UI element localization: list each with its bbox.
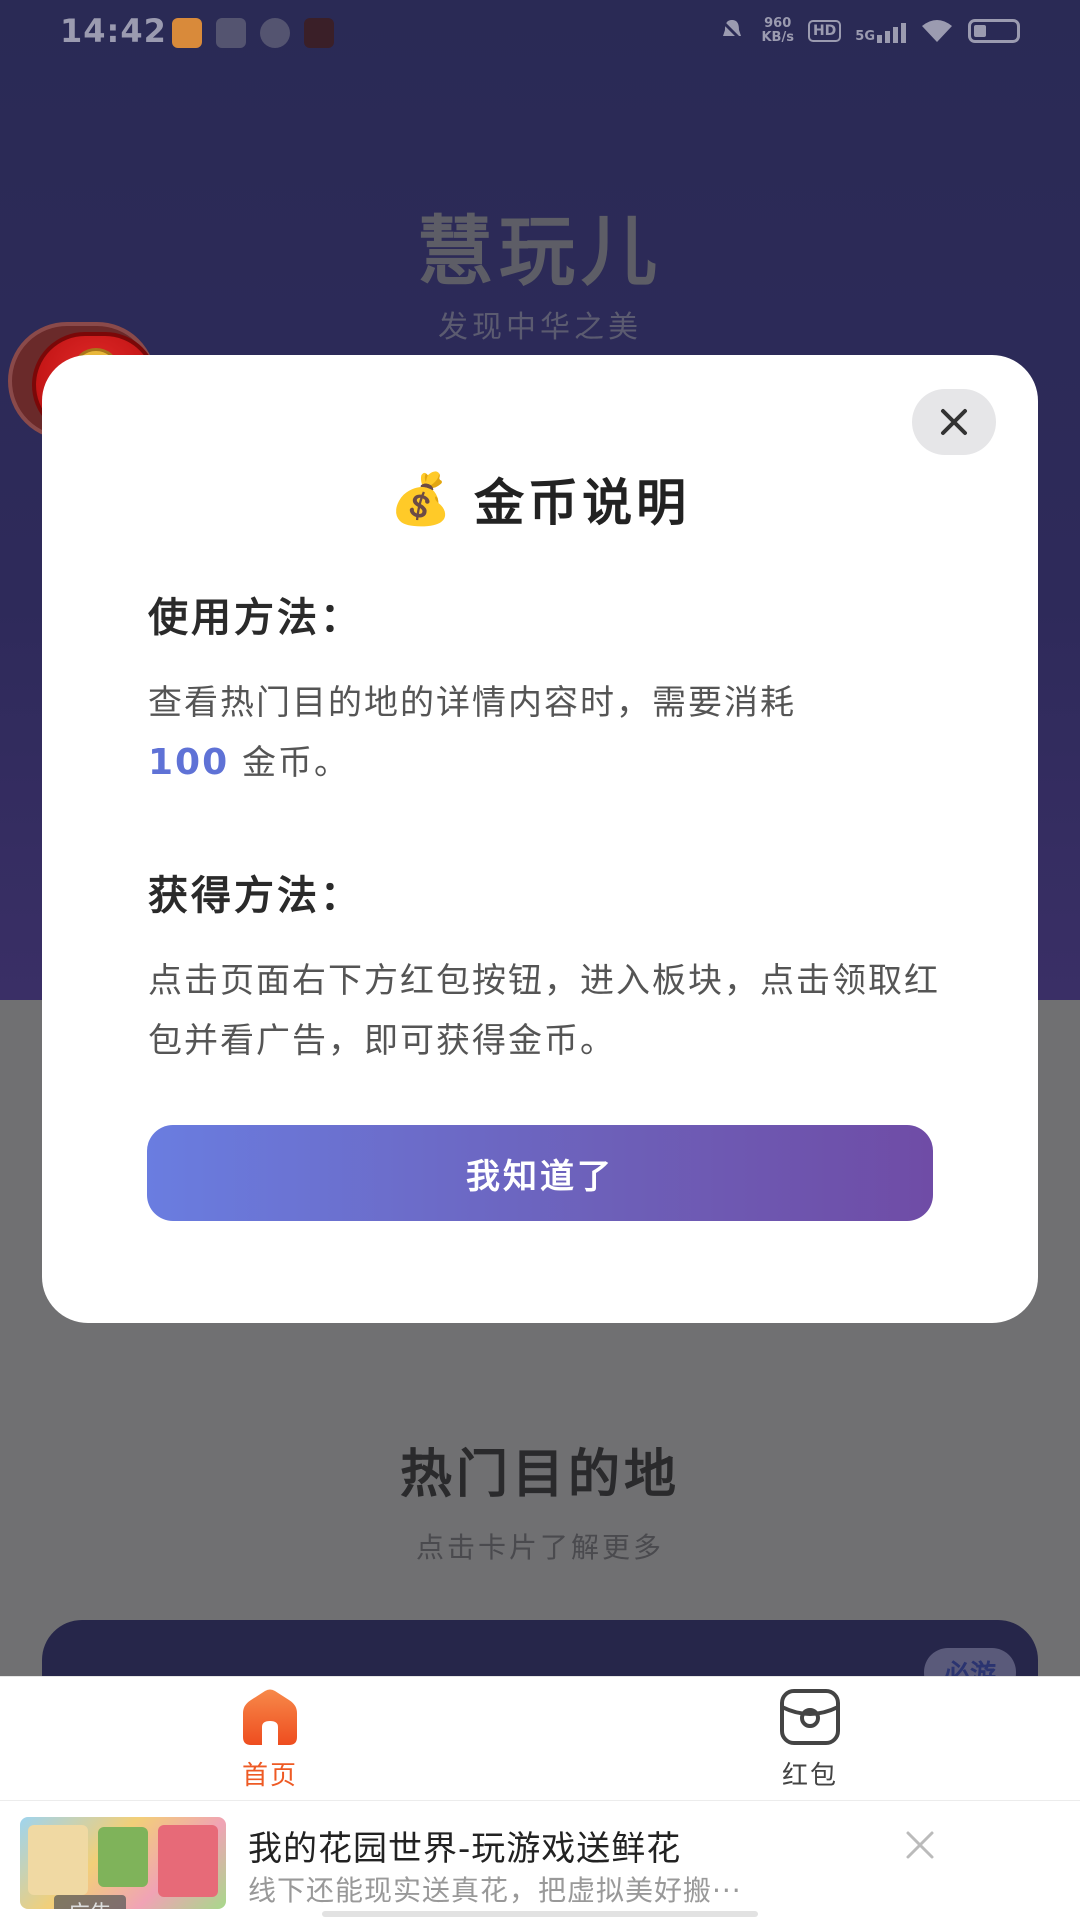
nav-item-home[interactable]: 首页 xyxy=(190,1687,350,1792)
coin-info-modal: 💰 金币说明 使用方法： 查看热门目的地的详情内容时，需要消耗 100 金币。 获… xyxy=(42,355,1038,1323)
app-title: 慧玩儿 xyxy=(417,207,663,296)
earn-text: 点击页面右下方红包按钮，进入板块，点击领取红包并看广告，即可获得金币。 xyxy=(148,961,940,1061)
nav-label-home: 首页 xyxy=(241,1761,298,1791)
modal-title: 金币说明 xyxy=(474,474,691,532)
nav-item-redpacket[interactable]: 红包 xyxy=(730,1687,890,1792)
status-app-icons xyxy=(172,18,334,48)
shopping-app-icon xyxy=(172,18,202,48)
confirm-button[interactable]: 我知道了 xyxy=(147,1125,933,1221)
status-time: 14:42 xyxy=(60,12,167,50)
tiktok-icon xyxy=(304,18,334,48)
status-indicators: 960 KB/s HD 5G xyxy=(717,16,1020,46)
home-indicator xyxy=(322,1911,758,1917)
wifi-icon xyxy=(922,20,952,42)
wechat-icon xyxy=(260,18,290,48)
bottom-nav: 首页 红包 xyxy=(0,1676,1080,1800)
section-subtitle: 点击卡片了解更多 xyxy=(415,1531,664,1564)
ad-close-icon[interactable] xyxy=(900,1825,940,1865)
hd-badge: HD xyxy=(807,20,842,42)
ad-thumbnail: 广告 xyxy=(20,1817,226,1909)
mail-icon xyxy=(216,18,246,48)
usage-amount: 100 xyxy=(148,742,230,783)
earn-heading: 获得方法： xyxy=(148,873,363,919)
cellular-signal-icon: 5G xyxy=(855,19,906,43)
money-bag-icon: 💰 xyxy=(389,470,453,528)
close-icon xyxy=(941,409,967,435)
ad-tag: 广告 xyxy=(54,1895,127,1909)
battery-icon xyxy=(968,19,1020,43)
net-speed: 960 KB/s xyxy=(761,16,794,45)
close-button[interactable] xyxy=(912,389,996,455)
mute-bell-icon xyxy=(720,18,745,44)
usage-text: 查看热门目的地的详情内容时，需要消耗 100 金币。 xyxy=(148,683,796,783)
app-subtitle: 发现中华之美 xyxy=(438,310,642,345)
ad-description: 线下还能现实送真花，把虚拟美好搬··· xyxy=(248,1874,742,1907)
nav-label-redpacket: 红包 xyxy=(781,1761,838,1791)
ad-title: 我的花园世界-玩游戏送鲜花 xyxy=(248,1829,682,1869)
status-bar: 14:42 960 KB/s HD 5G xyxy=(0,0,1080,70)
redpacket-icon xyxy=(780,1689,840,1745)
usage-heading: 使用方法： xyxy=(148,595,363,641)
home-icon xyxy=(243,1689,297,1745)
section-title: 热门目的地 xyxy=(399,1445,680,1505)
ad-banner[interactable]: 广告 我的花园世界-玩游戏送鲜花 线下还能现实送真花，把虚拟美好搬··· xyxy=(0,1800,1080,1920)
modal-header: 💰 金币说明 xyxy=(42,463,1038,535)
